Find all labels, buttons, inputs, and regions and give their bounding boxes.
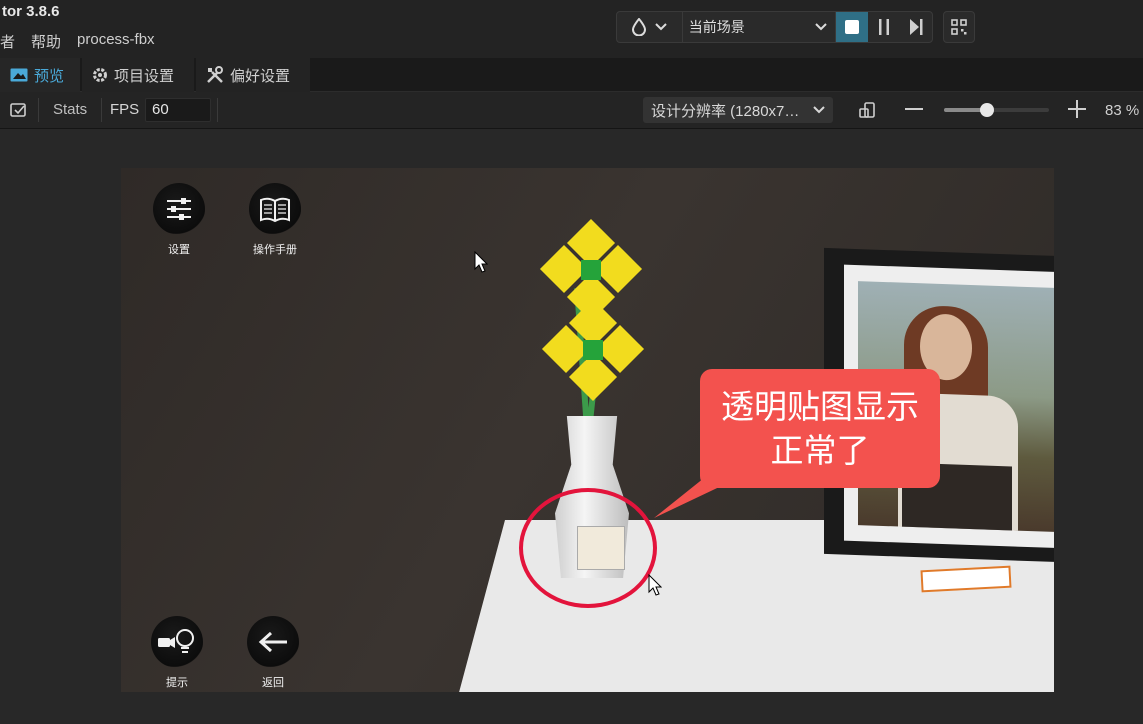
manual-button[interactable]: 操作手册: [245, 183, 305, 256]
resolution-value: 设计分辨率 (1280x7…: [651, 102, 800, 120]
resolution-select[interactable]: 设计分辨率 (1280x7…: [643, 97, 833, 123]
menu-item-project[interactable]: process-fbx: [77, 31, 155, 52]
arrow-left-icon: [258, 631, 287, 653]
tab-preferences-label: 偏好设置: [230, 67, 291, 85]
zoom-slider-handle[interactable]: [980, 103, 995, 117]
divider: [101, 98, 102, 122]
annotation-callout: 透明贴图显示正常了: [700, 369, 940, 488]
hint-label: 提示: [166, 677, 188, 689]
settings-button[interactable]: 设置: [149, 183, 209, 256]
play-controls: 当前场景: [616, 11, 933, 43]
preview-toolbar: Stats FPS 60 设计分辨率 (1280x7… 83 %: [0, 92, 1143, 129]
drop-icon: [632, 18, 647, 36]
qr-code-icon: [951, 19, 967, 35]
stats-toggle[interactable]: Stats: [53, 101, 87, 118]
back-button[interactable]: 返回: [243, 616, 303, 689]
highlight-circle: [519, 488, 657, 608]
panel-tabs: 预览 项目设置 偏好设置: [0, 58, 1143, 92]
tab-project-settings[interactable]: 项目设置: [82, 58, 194, 92]
zoom-in-button[interactable]: [1068, 100, 1086, 118]
zoom-slider[interactable]: [944, 103, 1049, 117]
step-button[interactable]: [900, 12, 932, 42]
pause-icon: [879, 19, 890, 35]
screenshot-icon[interactable]: [10, 101, 28, 119]
platform-dropdown[interactable]: [617, 12, 683, 42]
tab-preview[interactable]: 预览: [0, 58, 80, 92]
tools-icon: [207, 66, 223, 83]
annotation-text: 透明贴图显示正常了: [721, 386, 919, 470]
scene-label: 当前场景: [688, 19, 745, 35]
divider: [38, 98, 39, 122]
pause-button[interactable]: [868, 12, 900, 42]
stop-icon: [845, 20, 860, 34]
rotate-screen-icon[interactable]: [858, 100, 878, 120]
menu-bar: 者 帮助 process-fbx: [0, 31, 155, 52]
zoom-out-button[interactable]: [905, 108, 923, 110]
title-bar: tor 3.8.6 者 帮助 process-fbx 当前场景: [0, 0, 1143, 58]
chevron-down-icon: [815, 23, 828, 31]
divider: [217, 98, 218, 122]
stop-button[interactable]: [836, 12, 869, 42]
qr-code-button[interactable]: [943, 11, 975, 43]
chevron-down-icon: [813, 106, 825, 114]
flower-bottom: [541, 298, 645, 402]
zoom-value: 83 %: [1105, 102, 1140, 119]
settings-label: 设置: [168, 244, 190, 256]
sliders-icon: [167, 198, 191, 220]
tab-preferences[interactable]: 偏好设置: [196, 58, 310, 92]
back-label: 返回: [262, 677, 284, 689]
fps-input[interactable]: 60: [145, 98, 211, 122]
gear-icon: [93, 68, 107, 82]
tab-preview-label: 预览: [34, 67, 65, 85]
menu-item-developer[interactable]: 者: [0, 31, 15, 52]
app-title: tor 3.8.6: [2, 3, 60, 20]
step-forward-icon: [910, 19, 923, 35]
hint-button[interactable]: 提示: [147, 616, 207, 689]
mouse-cursor-icon: [648, 574, 662, 596]
name-card: [920, 565, 1012, 593]
menu-item-help[interactable]: 帮助: [31, 31, 61, 52]
preview-icon: [10, 68, 28, 82]
fps-label: FPS: [110, 101, 140, 118]
mouse-cursor-icon: [474, 251, 488, 273]
tab-project-settings-label: 项目设置: [114, 67, 175, 85]
book-icon: [260, 197, 290, 223]
scene-select[interactable]: 当前场景: [683, 12, 837, 42]
chevron-down-icon: [655, 23, 668, 31]
manual-label: 操作手册: [253, 244, 297, 256]
lightbulb-icon: [158, 629, 194, 653]
